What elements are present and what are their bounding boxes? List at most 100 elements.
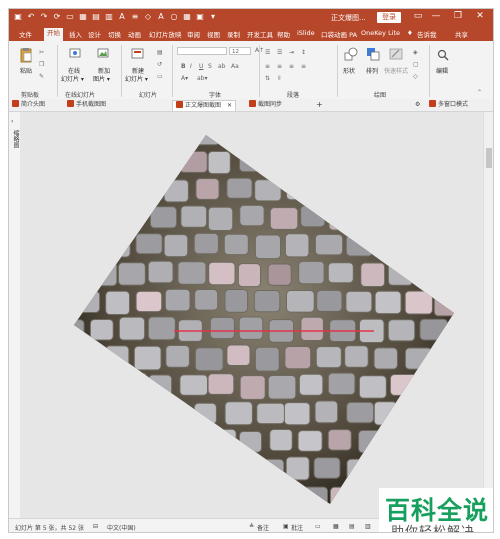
numbering-icon[interactable]: ☰	[277, 49, 282, 56]
indent-icon[interactable]: ⇥	[289, 49, 294, 56]
tab-home[interactable]: 开始	[44, 28, 63, 41]
text-direction-icon[interactable]: ⇅	[265, 75, 270, 82]
change-case-icon[interactable]: Aa	[231, 63, 239, 70]
line-spacing-icon[interactable]: ↕	[301, 49, 306, 56]
redo-icon[interactable]: ↷	[39, 12, 49, 22]
tab-onekey-lite[interactable]: OneKey Lite	[361, 29, 400, 37]
tab-slideshow[interactable]: 幻灯片放映	[149, 29, 182, 39]
slide-sorter-icon[interactable]: ▦	[333, 523, 339, 530]
tab-insert[interactable]: 插入	[69, 29, 82, 39]
font-color-icon[interactable]: A	[156, 12, 166, 22]
present-icon[interactable]: ▭	[65, 12, 75, 22]
align-text-icon[interactable]: ⇳	[277, 75, 282, 82]
font-color-icon[interactable]: A▾	[181, 75, 188, 82]
doc-tab-active[interactable]: 正文爆图截图 ✕	[172, 100, 237, 111]
doc-tab[interactable]: 简介头图	[12, 100, 45, 110]
refresh-icon[interactable]: ⟳	[52, 12, 62, 22]
layout-icon[interactable]: ▤	[157, 49, 163, 56]
shapes-icon[interactable]	[344, 47, 358, 61]
notes-icon[interactable]: ≜	[249, 523, 254, 530]
minimize-button[interactable]: —	[429, 11, 443, 21]
tab-help[interactable]: 帮助	[277, 29, 290, 39]
new-slide-icon[interactable]	[131, 47, 145, 61]
tab-record[interactable]: 录制	[227, 29, 240, 39]
tab-developer[interactable]: 开发工具	[247, 29, 273, 39]
tab-file[interactable]: 文件	[19, 29, 32, 39]
underline-icon[interactable]: U	[199, 63, 203, 70]
ribbon-display-icon[interactable]: ▭	[411, 11, 425, 21]
save-icon[interactable]: ▣	[13, 12, 23, 22]
group-icon[interactable]: ▣	[195, 12, 205, 22]
collapse-ribbon-icon[interactable]: ⌃	[477, 89, 482, 96]
bold-icon[interactable]: B	[181, 63, 186, 70]
tab-review[interactable]: 审阅	[187, 29, 200, 39]
slide-canvas[interactable]	[20, 112, 483, 518]
cobblestone-image[interactable]	[74, 117, 454, 517]
text-icon[interactable]: A	[117, 12, 127, 22]
doc-tab[interactable]: 截图同步	[249, 100, 282, 110]
justify-icon[interactable]: ≡	[301, 63, 306, 70]
tab-pocket-animation[interactable]: 口袋动画 PA	[321, 29, 357, 39]
quick-styles-button[interactable]: 快速样式	[384, 66, 408, 75]
comments-icon[interactable]: ▣	[283, 523, 289, 530]
format-painter-icon[interactable]: ✎	[39, 73, 44, 80]
undo-icon[interactable]: ↶	[26, 12, 36, 22]
scrollbar-thumb[interactable]	[486, 148, 492, 168]
shape-fill-icon[interactable]: ◈	[413, 49, 418, 56]
paste-icon[interactable]	[19, 47, 33, 63]
image-icon[interactable]: ▤	[91, 12, 101, 22]
shapes-button[interactable]: 形状	[343, 66, 355, 75]
bullets-icon[interactable]: ☰	[265, 49, 270, 56]
layout-icon[interactable]: ▥	[104, 12, 114, 22]
reading-view-icon[interactable]: ▤	[349, 523, 355, 530]
more-icon[interactable]: ▾	[208, 12, 218, 22]
doc-tab[interactable]: 手机截图图	[67, 100, 106, 110]
tell-me-search[interactable]: 告诉我	[417, 29, 437, 39]
paste-button[interactable]: 粘贴	[20, 66, 32, 75]
multi-window-toggle[interactable]: 多窗口模式	[429, 100, 468, 110]
strikethrough-icon[interactable]: S	[208, 63, 212, 70]
share-button[interactable]: 共享	[455, 29, 468, 39]
align-icon[interactable]: ≡	[130, 12, 140, 22]
search-icon[interactable]	[437, 49, 449, 61]
restore-button[interactable]: ❐	[451, 11, 465, 21]
tab-transitions[interactable]: 切换	[108, 29, 121, 39]
reset-icon[interactable]: ↺	[157, 61, 162, 68]
circle-icon[interactable]: ○	[169, 12, 179, 22]
arrange-icon[interactable]	[366, 47, 380, 61]
close-tab-icon[interactable]: ✕	[227, 102, 232, 109]
comments-button[interactable]: 批注	[291, 523, 303, 532]
tab-animations[interactable]: 动画	[128, 29, 141, 39]
lightbulb-icon[interactable]: ♦	[407, 29, 413, 37]
quick-styles-icon[interactable]	[389, 47, 403, 61]
editing-button[interactable]: 编辑	[436, 66, 448, 75]
char-spacing-icon[interactable]: ab	[218, 63, 226, 70]
language-indicator[interactable]: 中文(中国)	[107, 523, 136, 532]
font-size-field[interactable]: 12	[229, 47, 251, 55]
section-icon[interactable]: ▭	[157, 73, 163, 80]
cut-icon[interactable]: ✂	[39, 49, 44, 56]
vertical-scrollbar[interactable]	[483, 112, 493, 518]
settings-icon[interactable]: ⚙	[415, 100, 420, 110]
shape-effects-icon[interactable]: ◇	[413, 73, 418, 80]
align-center-icon[interactable]: ≡	[277, 63, 282, 70]
shape-icon[interactable]: ◇	[143, 12, 153, 22]
shape-outline-icon[interactable]: ▢	[413, 61, 419, 68]
slideshow-view-icon[interactable]: ▥	[365, 523, 371, 530]
normal-view-icon[interactable]: ▭	[315, 523, 321, 530]
expand-pane-icon[interactable]: ›	[11, 118, 13, 125]
new-tab-button[interactable]: +	[316, 100, 323, 110]
grid-icon[interactable]: ▦	[182, 12, 192, 22]
tab-islide[interactable]: iSlide	[297, 29, 315, 37]
font-name-field[interactable]	[177, 47, 227, 55]
tab-view[interactable]: 视图	[207, 29, 220, 39]
table-icon[interactable]: ▦	[78, 12, 88, 22]
arrange-button[interactable]: 排列	[366, 66, 378, 75]
close-button[interactable]: ✕	[473, 11, 487, 21]
copy-icon[interactable]: ❐	[39, 61, 44, 68]
spelling-icon[interactable]: ⊟	[93, 523, 98, 530]
notes-button[interactable]: 备注	[257, 523, 269, 532]
highlight-icon[interactable]: ab▾	[197, 75, 208, 82]
italic-icon[interactable]: I	[190, 63, 192, 70]
new-slide-from-image-icon[interactable]	[97, 47, 109, 59]
